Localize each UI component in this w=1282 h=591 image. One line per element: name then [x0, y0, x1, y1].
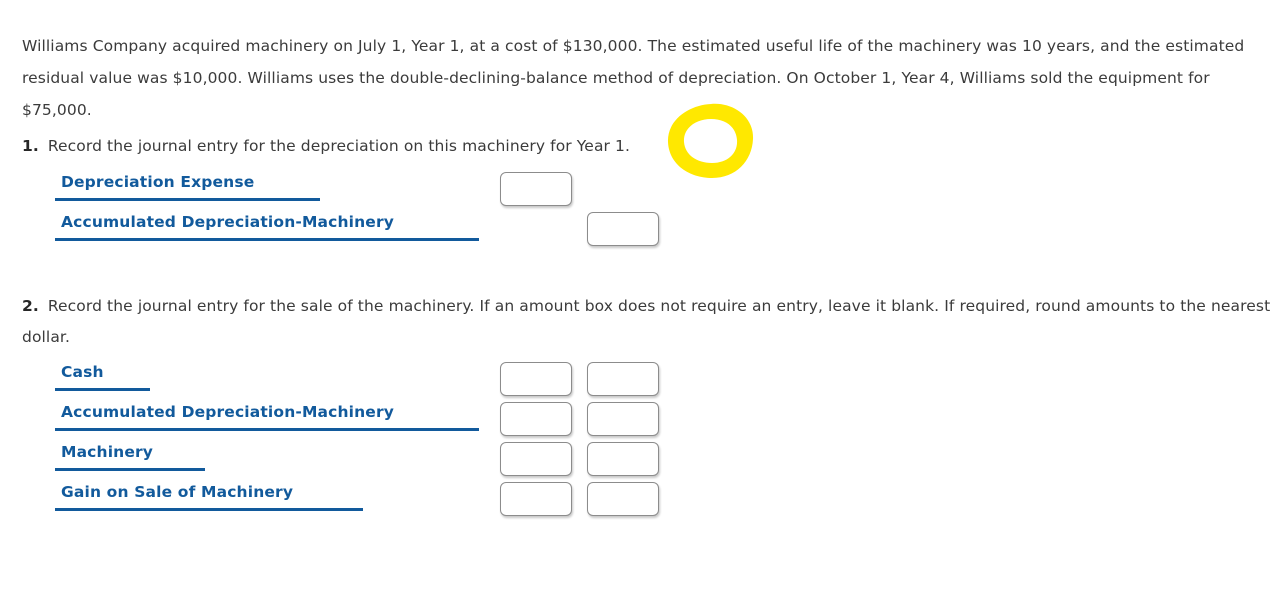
amount-input-credit[interactable] — [587, 212, 659, 246]
account-underline — [55, 198, 320, 201]
question-1: 1. Record the journal entry for the depre… — [22, 131, 762, 162]
worksheet-page: Williams Company acquired machinery on J… — [0, 0, 1282, 591]
amount-input-debit[interactable] — [500, 362, 572, 396]
account-label-cash[interactable]: Cash — [61, 363, 104, 381]
account-label-machinery[interactable]: Machinery — [61, 443, 153, 461]
account-label-gain-on-sale-of-machinery[interactable]: Gain on Sale of Machinery — [61, 483, 293, 501]
question-2-number: 2. — [22, 297, 39, 315]
amount-input-debit[interactable] — [500, 172, 572, 206]
question-1-number: 1. — [22, 137, 39, 155]
question-2-text: Record the journal entry for the sale of… — [22, 297, 1271, 346]
account-underline — [55, 388, 150, 391]
amount-input-debit[interactable] — [500, 442, 572, 476]
account-underline — [55, 508, 363, 511]
amount-input-debit[interactable] — [500, 402, 572, 436]
question-2: 2. Record the journal entry for the sale … — [22, 291, 1272, 353]
amount-input-credit[interactable] — [587, 442, 659, 476]
account-underline — [55, 428, 479, 431]
account-label-accumulated-depreciation-machinery[interactable]: Accumulated Depreciation-Machinery — [61, 213, 394, 231]
amount-input-credit[interactable] — [587, 482, 659, 516]
amount-input-credit[interactable] — [587, 402, 659, 436]
question-1-text: Record the journal entry for the depreci… — [47, 137, 631, 155]
account-underline — [55, 468, 205, 471]
account-label-accumulated-depreciation-machinery[interactable]: Accumulated Depreciation-Machinery — [61, 403, 394, 421]
problem-statement: Williams Company acquired machinery on J… — [22, 36, 1245, 119]
account-label-depreciation-expense[interactable]: Depreciation Expense — [61, 173, 254, 191]
amount-input-credit[interactable] — [587, 362, 659, 396]
account-underline — [55, 238, 479, 241]
amount-input-debit[interactable] — [500, 482, 572, 516]
